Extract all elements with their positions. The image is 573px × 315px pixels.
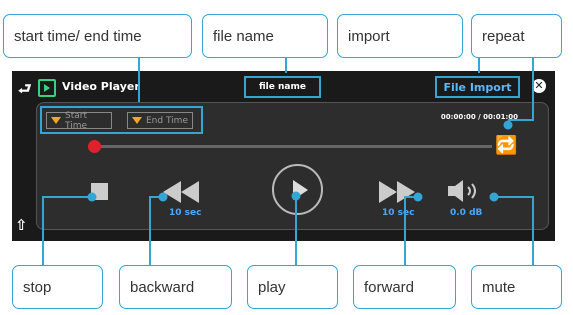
file-name-field[interactable]: file name	[244, 76, 321, 98]
end-time-button[interactable]: End Time	[127, 112, 193, 129]
callout-start-end-time: start time/ end time	[3, 14, 192, 58]
callout-forward: forward	[353, 265, 456, 309]
back-icon[interactable]: ⮐	[18, 79, 32, 104]
connector-line	[138, 58, 140, 102]
rewind-button[interactable]	[163, 181, 199, 203]
video-player-window: ⮐ Video Player file name File Import ✕ S…	[12, 71, 555, 241]
callout-repeat: repeat	[471, 14, 562, 58]
connector-line	[532, 196, 534, 266]
connector-dot	[489, 192, 499, 202]
connector-line	[285, 58, 287, 73]
callout-label: start time/ end time	[14, 27, 142, 45]
connector-line	[42, 196, 92, 198]
callout-label: forward	[364, 278, 415, 296]
controls-panel: Start Time End Time 00:00:00 / 00:01:00 …	[36, 102, 549, 230]
connector-dot	[87, 192, 97, 202]
marker-triangle-icon	[132, 117, 142, 124]
callout-backward: backward	[119, 265, 232, 309]
end-time-label: End Time	[146, 115, 188, 126]
fast-forward-icon	[379, 181, 397, 203]
time-range-group: Start Time End Time	[40, 106, 203, 134]
callout-label: file name	[213, 27, 274, 45]
repeat-icon[interactable]: 🔁	[495, 135, 517, 156]
connector-dot	[413, 192, 423, 202]
volume-caption: 0.0 dB	[450, 208, 483, 218]
start-time-label: Start Time	[65, 110, 88, 131]
callout-file-name: file name	[202, 14, 328, 58]
home-icon[interactable]: ⇧	[15, 216, 28, 234]
connector-dot	[158, 192, 168, 202]
volume-button[interactable]	[448, 179, 482, 203]
connector-line	[478, 58, 480, 73]
connector-line	[508, 119, 534, 121]
seek-bar[interactable]	[94, 145, 492, 148]
connector-line	[404, 196, 406, 266]
connector-line	[532, 58, 534, 120]
play-button[interactable]	[272, 164, 323, 215]
callout-mute: mute	[471, 265, 562, 309]
callout-label: play	[258, 278, 286, 296]
callout-label: backward	[130, 278, 195, 296]
close-icon[interactable]: ✕	[532, 79, 546, 93]
marker-triangle-icon	[51, 117, 61, 124]
connector-dot	[291, 191, 301, 201]
connector-line	[42, 196, 44, 266]
forward-caption: 10 sec	[382, 208, 415, 218]
callout-play: play	[247, 265, 338, 309]
connector-line	[149, 196, 151, 266]
start-time-button[interactable]: Start Time	[46, 110, 112, 131]
callout-import: import	[337, 14, 463, 58]
title-bar: ⮐ Video Player file name File Import ✕	[12, 71, 555, 104]
connector-dot	[503, 120, 513, 130]
volume-icon	[448, 180, 463, 202]
callout-label: repeat	[482, 27, 525, 45]
fast-forward-button[interactable]	[379, 181, 415, 203]
callout-label: stop	[23, 278, 52, 296]
backward-caption: 10 sec	[169, 208, 202, 218]
seek-knob[interactable]	[88, 140, 101, 153]
callout-label: mute	[482, 278, 516, 296]
callout-label: import	[348, 27, 390, 45]
connector-line	[494, 196, 534, 198]
video-player-icon	[38, 79, 56, 97]
file-import-button[interactable]: File Import	[435, 76, 520, 98]
callout-stop: stop	[12, 265, 103, 309]
connector-line	[295, 196, 297, 266]
app-title: Video Player	[62, 80, 140, 93]
